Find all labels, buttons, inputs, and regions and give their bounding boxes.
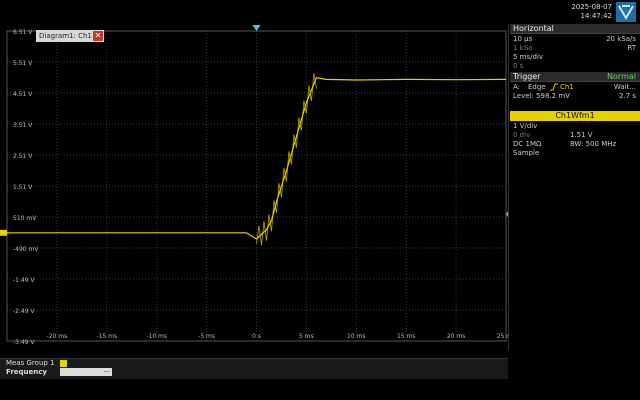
x-tick-label: 5 ms xyxy=(299,333,314,340)
ch1-ground-marker-icon xyxy=(0,229,7,236)
side-panel-empty xyxy=(510,156,640,356)
horizontal-row-4[interactable]: 0 s xyxy=(510,62,640,71)
waveform-row-2[interactable]: 0 div 1.51 V xyxy=(510,131,640,140)
waveform-title: Ch1Wfm1 xyxy=(555,111,595,120)
horizontal-sample-rate: 20 kSa/s xyxy=(606,35,636,43)
date-time: 2025-08-07 14:47:42 xyxy=(560,3,612,21)
waveform-row-3[interactable]: DC 1MΩ BW: 500 MHz xyxy=(510,140,640,149)
meas-value: --- xyxy=(60,368,112,376)
waveform-bandwidth: BW: 500 MHz xyxy=(570,140,617,148)
y-tick-label: -2.49 V xyxy=(13,308,35,315)
ch1-trace-noise xyxy=(256,73,317,246)
y-tick-label: 510 mV xyxy=(13,215,37,222)
status-date: 2025-08-07 xyxy=(571,3,612,11)
horizontal-timebase: 5 ms/div xyxy=(513,53,544,61)
trigger-row-2[interactable]: Level: 598.2 mV 2.7 s xyxy=(510,92,640,101)
y-tick-label: 4.51 V xyxy=(13,91,33,98)
meas-color-badge xyxy=(60,360,67,367)
x-tick-label: -5 ms xyxy=(198,333,215,340)
waveform-panel-header[interactable]: Ch1Wfm1 xyxy=(510,111,640,121)
waveform-coupling: DC 1MΩ xyxy=(513,140,542,148)
x-tick-label: 25 ms xyxy=(497,333,508,340)
trigger-type: Edge xyxy=(528,83,546,91)
waveform-row-1[interactable]: 1 V/div xyxy=(510,122,640,131)
y-tick-label: -3.49 V xyxy=(13,339,35,346)
trigger-title: Trigger xyxy=(513,72,541,81)
x-tick-label: 10 ms xyxy=(347,333,366,340)
horizontal-panel-header[interactable]: Horizontal xyxy=(510,24,640,34)
meas-label[interactable]: Frequency xyxy=(6,368,47,377)
waveform-position: 0 div xyxy=(513,131,531,139)
y-tick-label: 2.51 V xyxy=(13,153,33,160)
y-tick-label: 3.51 V xyxy=(13,122,33,129)
horizontal-mode: RT xyxy=(627,44,636,52)
y-tick-label: 1.51 V xyxy=(13,184,33,191)
y-tick-label: 6.51 V xyxy=(13,29,33,36)
horizontal-title: Horizontal xyxy=(513,24,554,33)
trigger-state: Wait... xyxy=(613,83,636,91)
diagram-tab-label: Diagram1: Ch1 xyxy=(39,32,92,40)
diagram-close-icon[interactable]: ✕ xyxy=(93,31,103,41)
y-tick-label: 5.51 V xyxy=(13,60,33,67)
y-tick-label: -1.49 V xyxy=(13,277,35,284)
waveform-scale: 1 V/div xyxy=(513,122,538,130)
horizontal-row-1[interactable]: 10 µs 20 kSa/s xyxy=(510,35,640,44)
horizontal-position: 0 s xyxy=(513,62,524,70)
trigger-channel: Ch1 xyxy=(560,83,574,91)
meas-group-title[interactable]: Meas Group 1 xyxy=(6,359,55,368)
horizontal-record-length: 1 kSa xyxy=(513,44,533,52)
trigger-position-marker-icon xyxy=(252,25,261,31)
horizontal-row-3[interactable]: 5 ms/div xyxy=(510,53,640,62)
horizontal-resolution: 10 µs xyxy=(513,35,533,43)
x-tick-label: -10 ms xyxy=(146,333,167,340)
y-tick-label: -490 mV xyxy=(13,246,39,253)
x-tick-label: -20 ms xyxy=(47,333,68,340)
horizontal-row-2[interactable]: 1 kSa RT xyxy=(510,44,640,53)
trigger-time: 2.7 s xyxy=(618,92,636,100)
status-time: 14:47:42 xyxy=(580,12,612,20)
x-tick-label: 0 s xyxy=(252,333,261,340)
rohde-schwarz-logo-icon xyxy=(616,2,636,22)
waveform-plot[interactable]: 6.51 V 5.51 V 4.51 V 3.51 V 2.51 V 1.51 V 510 … xyxy=(0,24,508,350)
trigger-mode: Normal xyxy=(607,72,636,81)
trigger-source-label: A: xyxy=(513,83,521,91)
trigger-row-1[interactable]: A: Edge Ch1 Wait... xyxy=(510,83,640,92)
diagram-area[interactable]: 6.51 V 5.51 V 4.51 V 3.51 V 2.51 V 1.51 V 510 … xyxy=(0,24,509,350)
x-tick-label: 15 ms xyxy=(397,333,416,340)
waveform-offset: 1.51 V xyxy=(570,131,593,139)
x-tick-label: -15 ms xyxy=(96,333,117,340)
top-status-bar: 2025-08-07 14:47:42 xyxy=(0,0,640,24)
trigger-level: Level: 598.2 mV xyxy=(513,92,570,100)
x-tick-label: 20 ms xyxy=(447,333,466,340)
trigger-panel-header[interactable]: Trigger Normal xyxy=(510,72,640,82)
